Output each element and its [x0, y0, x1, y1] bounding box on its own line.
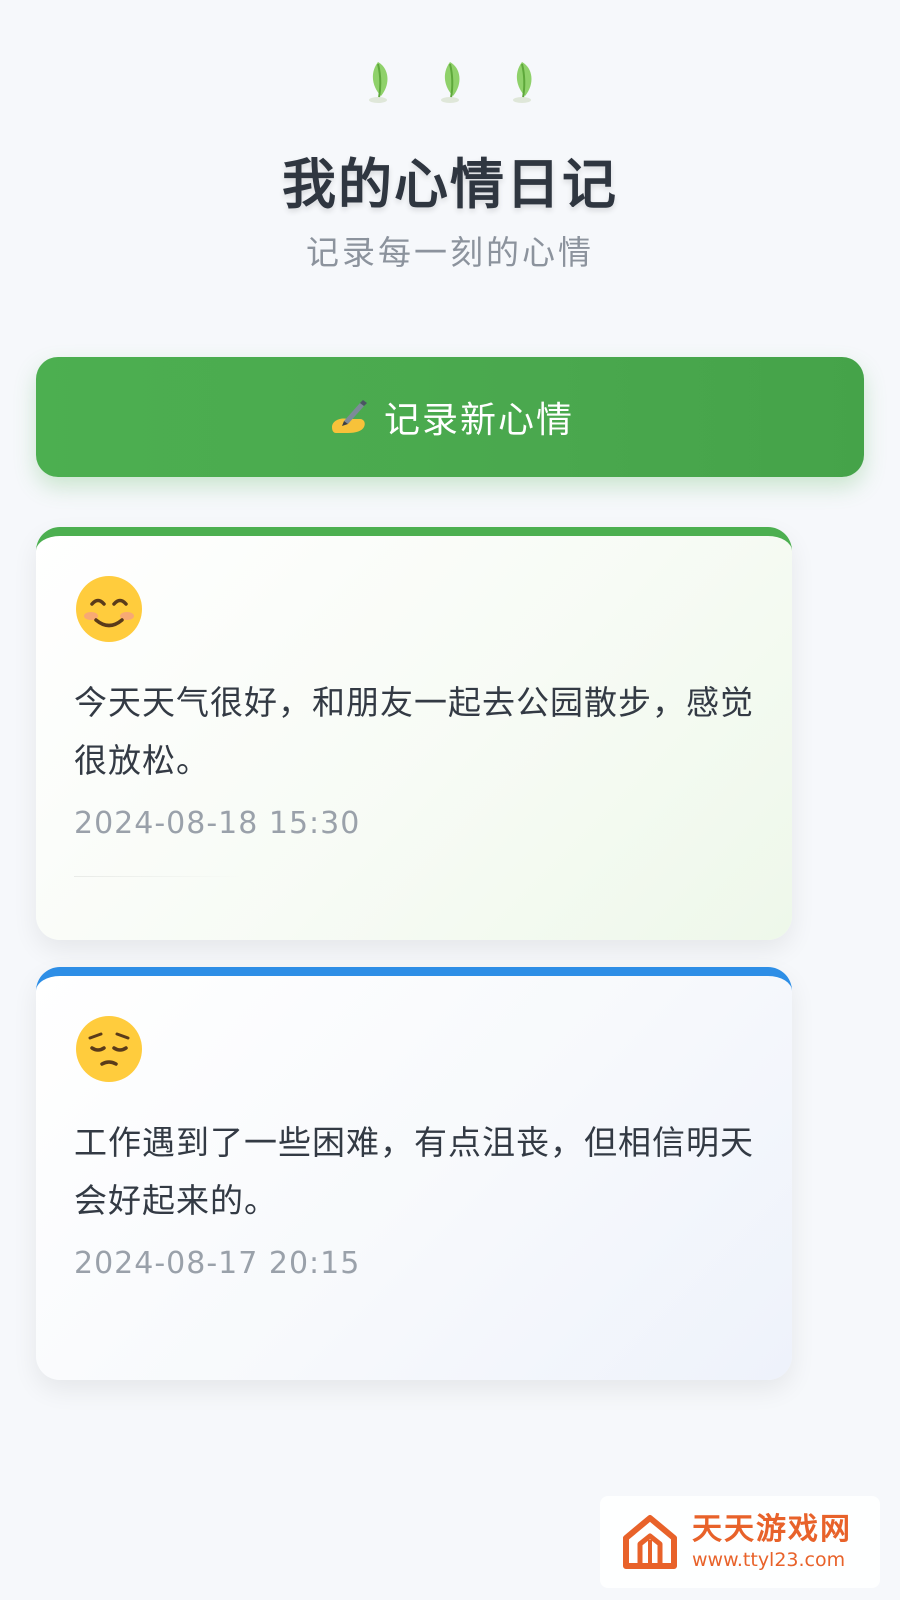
- leaf-icon: [369, 62, 388, 103]
- mood-entry-text: 今天天气很好，和朋友一起去公园散步，感觉很放松。: [74, 683, 754, 780]
- mood-entry-time: 2024-08-18 15:30: [74, 806, 361, 841]
- smiling-face-icon: [76, 576, 142, 642]
- mood-diary-page: 我的心情日记 记录每一刻的心情 记录新心情 今天天气很好，和朋友一起去公园散步，…: [0, 0, 900, 1600]
- add-mood-button-label: 记录新心情: [383, 400, 574, 441]
- mood-entry-text: 工作遇到了一些困难，有点沮丧，但相信明天会好起来的。: [74, 1123, 754, 1220]
- add-mood-button[interactable]: 记录新心情: [36, 357, 864, 477]
- mood-entry-card[interactable]: 工作遇到了一些困难，有点沮丧，但相信明天会好起来的。 2024-08-17 20…: [36, 967, 792, 1380]
- pensive-face-icon: [76, 1016, 142, 1082]
- card-divider: [74, 876, 244, 877]
- mood-entry-time: 2024-08-17 20:15: [74, 1246, 361, 1281]
- watermark: 天天游戏网 www.ttyl23.com: [600, 1496, 880, 1588]
- leaf-icon: [441, 62, 460, 103]
- writing-hand-icon: [331, 400, 367, 433]
- leaf-decoration: [0, 58, 900, 104]
- page-subtitle: 记录每一刻的心情: [306, 233, 594, 272]
- watermark-url: www.ttyl23.com: [692, 1549, 846, 1571]
- site-logo-icon: [623, 1515, 677, 1569]
- page-title: 我的心情日记: [282, 153, 618, 216]
- watermark-name: 天天游戏网: [692, 1512, 852, 1547]
- mood-entry-card[interactable]: 今天天气很好，和朋友一起去公园散步，感觉很放松。 2024-08-18 15:3…: [36, 527, 792, 940]
- leaf-icon: [513, 62, 532, 103]
